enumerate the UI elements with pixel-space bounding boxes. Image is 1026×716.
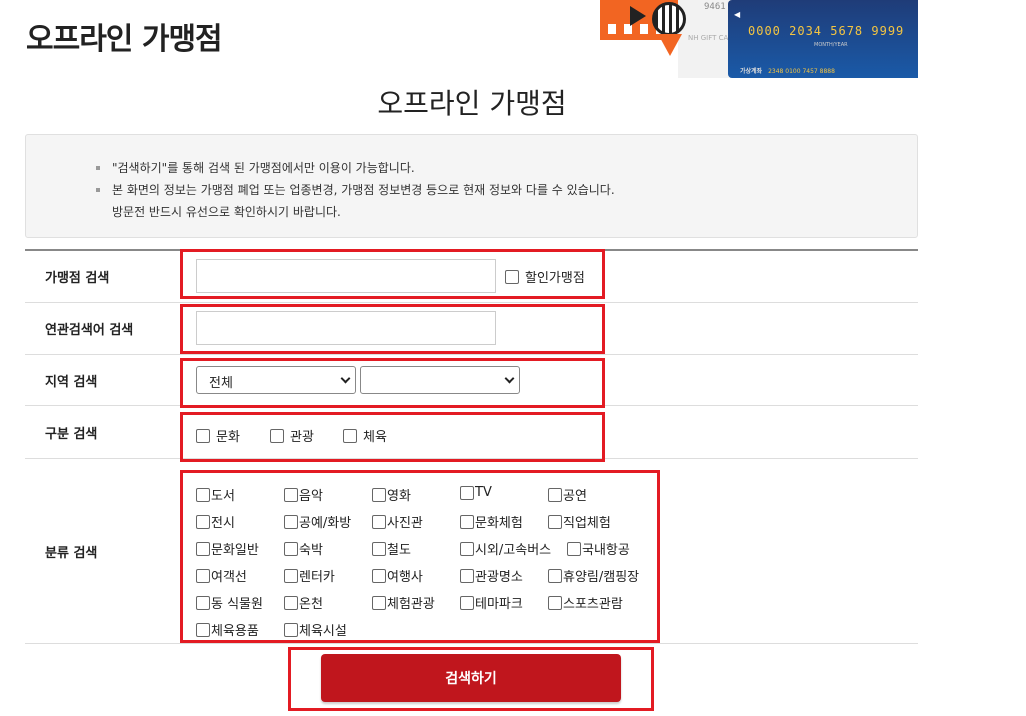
bullet-icon [96, 166, 100, 170]
credit-card-graphic: ◀ 0000 2034 5678 9999 MONTH/YEAR 가상계좌 234… [728, 0, 918, 78]
highlight-box [180, 412, 605, 462]
highlight-box [180, 470, 660, 643]
highlight-box [180, 304, 605, 354]
notice-item: "검색하기"를 통해 검색 된 가맹점에서만 이용이 가능합니다. [96, 157, 917, 179]
search-button[interactable]: 검색하기 [321, 654, 621, 702]
card-foot-label: 가상계좌 [740, 68, 763, 75]
card-arrow-icon: ◀ [734, 10, 741, 19]
store-search-label: 가맹점 검색 [45, 271, 110, 286]
card-foot-value: 2348 0100 7457 8888 [768, 68, 835, 75]
bullet-icon [96, 188, 100, 192]
page-title: 오프라인 가맹점 [26, 22, 223, 57]
promo-banner: 9461 NH GIFT CARD ◀ 0000 2034 5678 9999 … [600, 0, 918, 78]
balloon-icon [652, 2, 686, 36]
region-search-label: 지역 검색 [45, 374, 98, 390]
category-search-label: 분류 검색 [45, 545, 98, 561]
card-number: 0000 2034 5678 9999 [748, 24, 905, 38]
section-title: 오프라인 가맹점 [377, 87, 567, 120]
card-expiry-label: MONTH/YEAR [814, 42, 848, 48]
highlight-box [180, 249, 605, 299]
notice-item: 본 화면의 정보는 가맹점 폐업 또는 업종변경, 가맹점 정보변경 등으로 현… [96, 179, 917, 223]
keyword-search-label: 연관검색어 검색 [45, 323, 134, 338]
gift-card-number: 9461 [704, 2, 726, 12]
type-search-label: 구분 검색 [45, 426, 98, 442]
highlight-box [180, 358, 605, 408]
balloon-basket-icon [658, 34, 682, 56]
notice-box: "검색하기"를 통해 검색 된 가맹점에서만 이용이 가능합니다. 본 화면의 … [25, 134, 918, 238]
play-icon [630, 6, 646, 26]
card-footer: 가상계좌 2348 0100 7457 8888 [740, 66, 835, 75]
